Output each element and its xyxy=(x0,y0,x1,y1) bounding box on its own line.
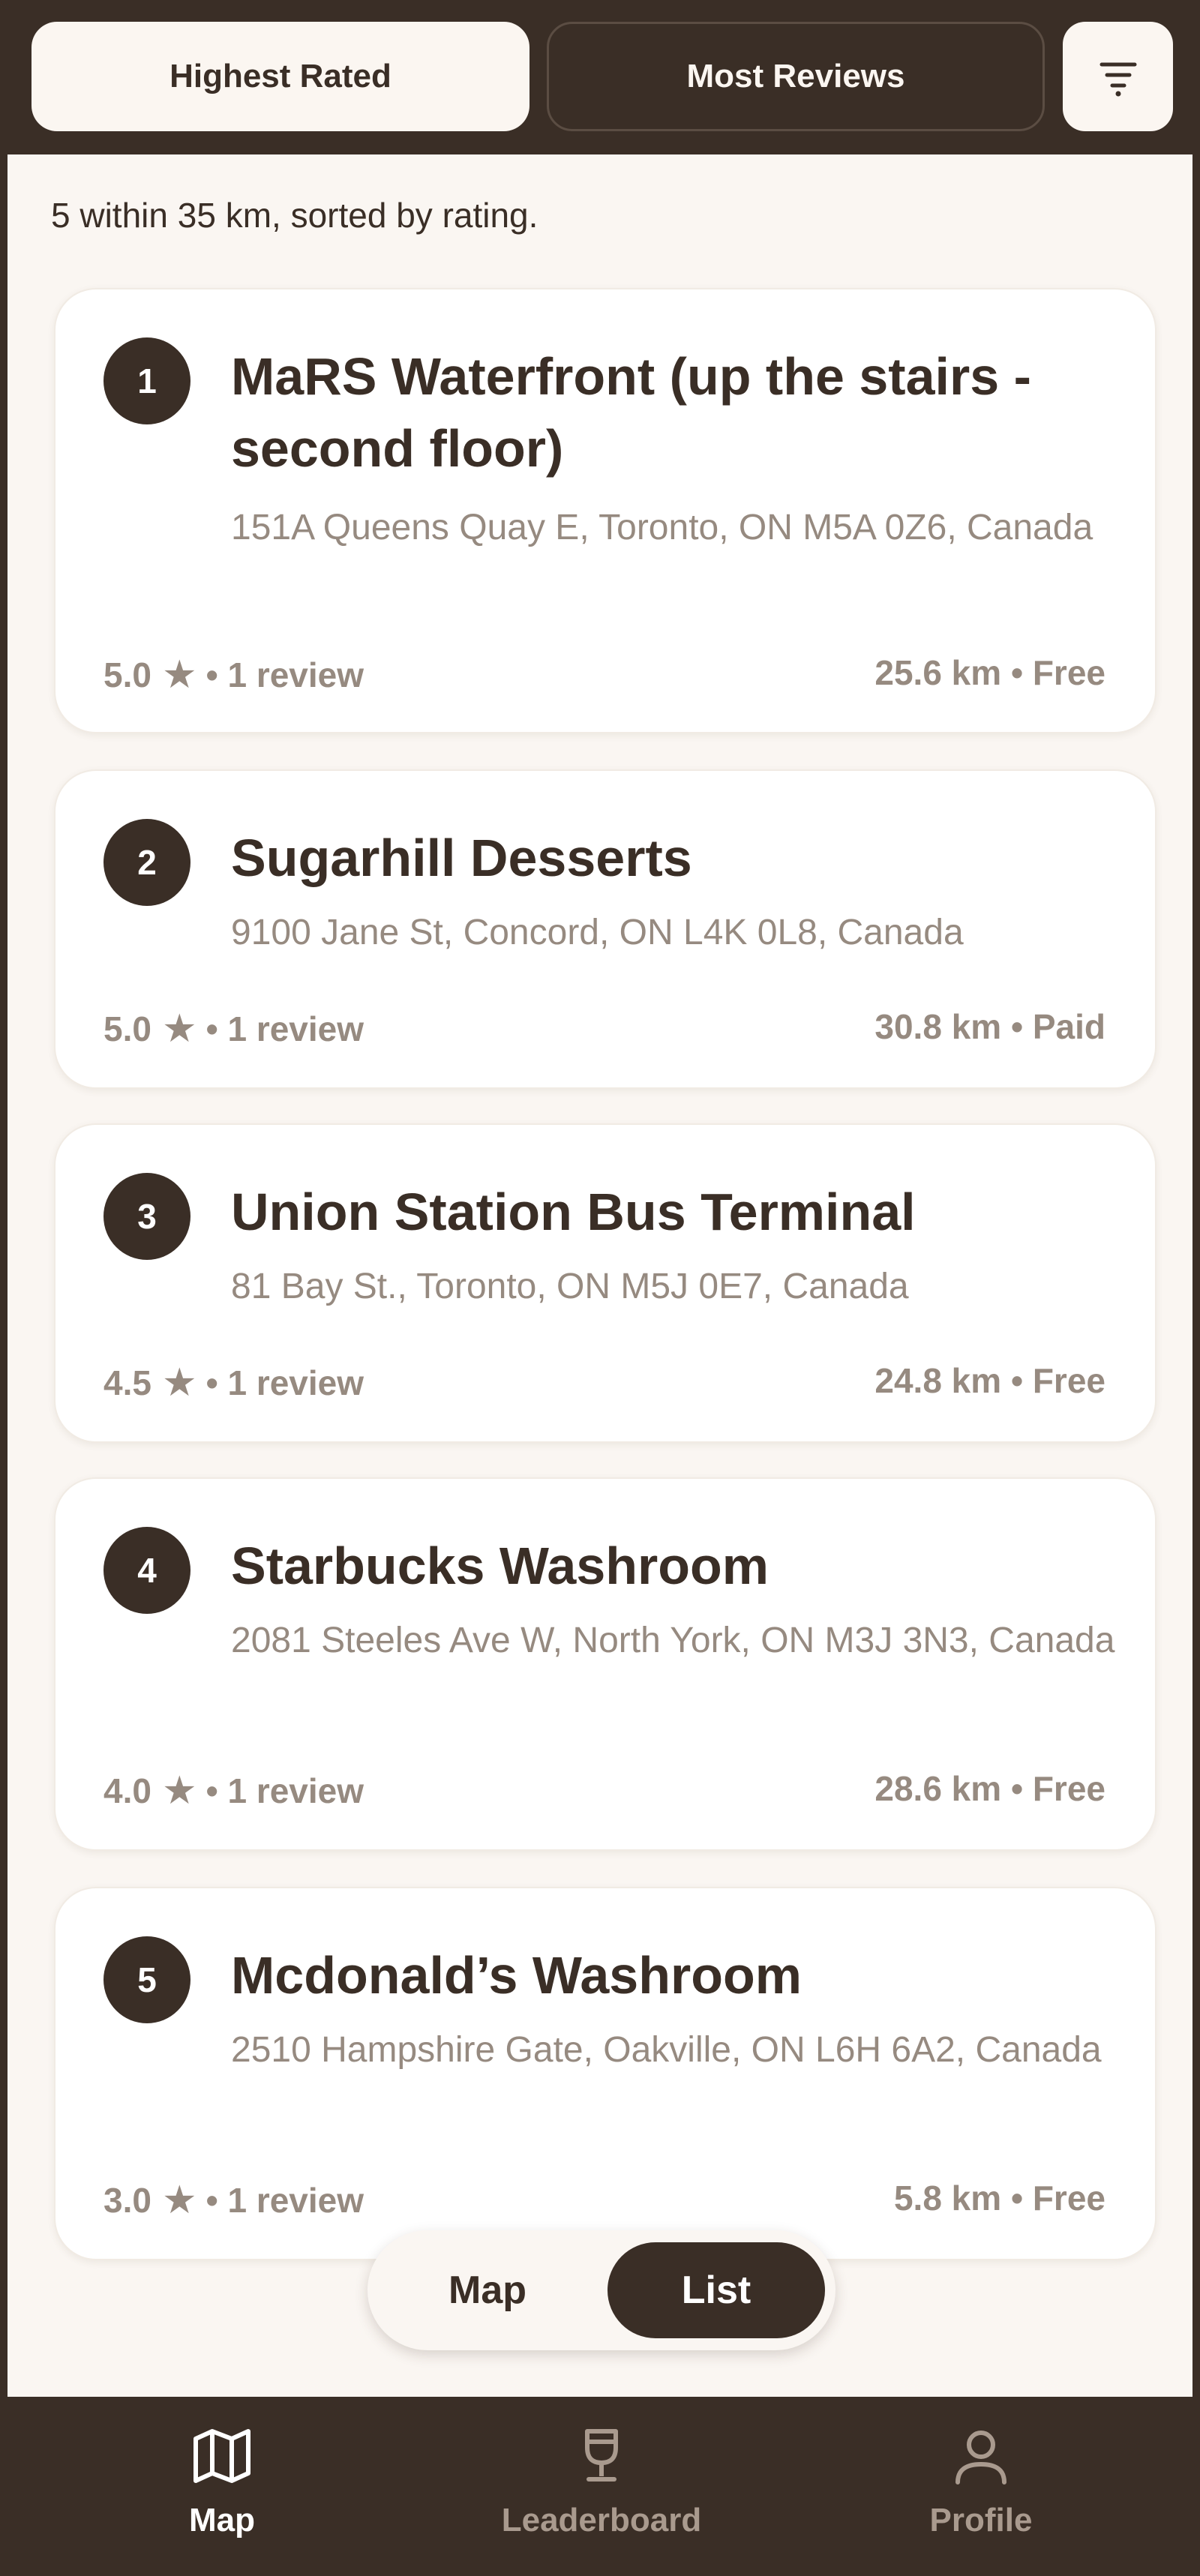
place-name: Union Station Bus Terminal xyxy=(231,1183,916,1241)
nav-leaderboard[interactable]: Leaderboard xyxy=(452,2422,752,2557)
place-address: 81 Bay St., Toronto, ON M5J 0E7, Canada xyxy=(231,1267,909,1306)
rating-summary: 3.0 ★ • 1 review xyxy=(104,2178,364,2223)
result-card[interactable]: 5 Mcdonald’s Washroom 2510 Hampshire Gat… xyxy=(54,1887,1156,2260)
review-count: • 1 review xyxy=(206,1363,364,1402)
user-icon xyxy=(956,2431,1006,2485)
rank-badge: 1 xyxy=(104,337,190,424)
highest-rated-button[interactable]: Highest Rated xyxy=(32,22,530,131)
result-card[interactable]: 3 Union Station Bus Terminal 81 Bay St.,… xyxy=(54,1123,1156,1443)
review-count: • 1 review xyxy=(206,1009,364,1048)
rank-badge: 2 xyxy=(104,819,190,906)
results-list: 5 within 35 km, sorted by rating. 1 MaRS… xyxy=(8,154,1192,2397)
distance-cost: 25.6 km • Free xyxy=(874,653,1106,692)
sort-bar: Highest Rated Most Reviews xyxy=(0,0,1200,154)
nav-map-label: Map xyxy=(189,2502,255,2539)
view-toggle: Map List xyxy=(368,2230,836,2350)
results-summary: 5 within 35 km, sorted by rating. xyxy=(51,196,538,235)
filter-icon xyxy=(1100,62,1136,97)
rating-summary: 4.0 ★ • 1 review xyxy=(104,1768,364,1813)
rank-badge: 4 xyxy=(104,1527,190,1614)
star-icon: ★ xyxy=(161,1769,197,1813)
trophy-icon xyxy=(585,2429,618,2482)
star-icon: ★ xyxy=(161,1007,197,1051)
place-address: 151A Queens Quay E, Toronto, ON M5A 0Z6,… xyxy=(231,508,1094,547)
nav-profile-label: Profile xyxy=(929,2502,1033,2539)
app-root: Highest Rated Most Reviews 5 within 35 k… xyxy=(0,0,1200,2576)
rating-summary: 4.5 ★ • 1 review xyxy=(104,1360,364,1405)
review-count: • 1 review xyxy=(206,2181,364,2220)
rating-value: 4.5 xyxy=(104,1363,152,1402)
star-icon: ★ xyxy=(161,2179,197,2222)
place-address: 2081 Steeles Ave W, North York, ON M3J 3… xyxy=(231,1621,1115,1660)
rank-badge: 3 xyxy=(104,1173,190,1260)
result-card[interactable]: 4 Starbucks Washroom 2081 Steeles Ave W,… xyxy=(54,1477,1156,1851)
result-card[interactable]: 1 MaRS Waterfront (up the stairs - secon… xyxy=(54,288,1156,733)
place-address: 2510 Hampshire Gate, Oakville, ON L6H 6A… xyxy=(231,2030,1102,2070)
map-icon xyxy=(194,2429,250,2483)
review-count: • 1 review xyxy=(206,655,364,694)
review-count: • 1 review xyxy=(206,1771,364,1810)
place-name: Mcdonald’s Washroom xyxy=(231,1946,802,2005)
rating-summary: 5.0 ★ • 1 review xyxy=(104,652,364,697)
place-name: Sugarhill Desserts xyxy=(231,829,692,887)
nav-leaderboard-label: Leaderboard xyxy=(501,2502,702,2539)
rating-value: 5.0 xyxy=(104,1009,152,1048)
nav-map[interactable]: Map xyxy=(72,2422,372,2557)
distance-cost: 24.8 km • Free xyxy=(874,1361,1106,1400)
rating-value: 4.0 xyxy=(104,1771,152,1810)
most-reviews-button[interactable]: Most Reviews xyxy=(547,22,1045,131)
filter-button[interactable] xyxy=(1063,22,1173,131)
nav-profile[interactable]: Profile xyxy=(831,2422,1131,2557)
result-card[interactable]: 2 Sugarhill Desserts 9100 Jane St, Conco… xyxy=(54,769,1156,1089)
place-address: 9100 Jane St, Concord, ON L4K 0L8, Canad… xyxy=(231,913,964,952)
rank-badge: 5 xyxy=(104,1936,190,2023)
list-view-button[interactable]: List xyxy=(608,2242,825,2338)
distance-cost: 5.8 km • Free xyxy=(893,2179,1106,2218)
star-icon: ★ xyxy=(161,653,197,697)
star-icon: ★ xyxy=(161,1361,197,1405)
place-name: Starbucks Washroom xyxy=(231,1537,770,1595)
place-name: MaRS Waterfront (up the stairs - second … xyxy=(231,347,1031,478)
distance-cost: 30.8 km • Paid xyxy=(874,1007,1106,1046)
map-view-button[interactable]: Map xyxy=(428,2230,548,2350)
bottom-nav: Map Leaderboard Profile xyxy=(0,2397,1200,2576)
rating-summary: 5.0 ★ • 1 review xyxy=(104,1006,364,1051)
rating-value: 3.0 xyxy=(104,2181,152,2220)
rating-value: 5.0 xyxy=(104,655,152,694)
distance-cost: 28.6 km • Free xyxy=(874,1769,1106,1808)
